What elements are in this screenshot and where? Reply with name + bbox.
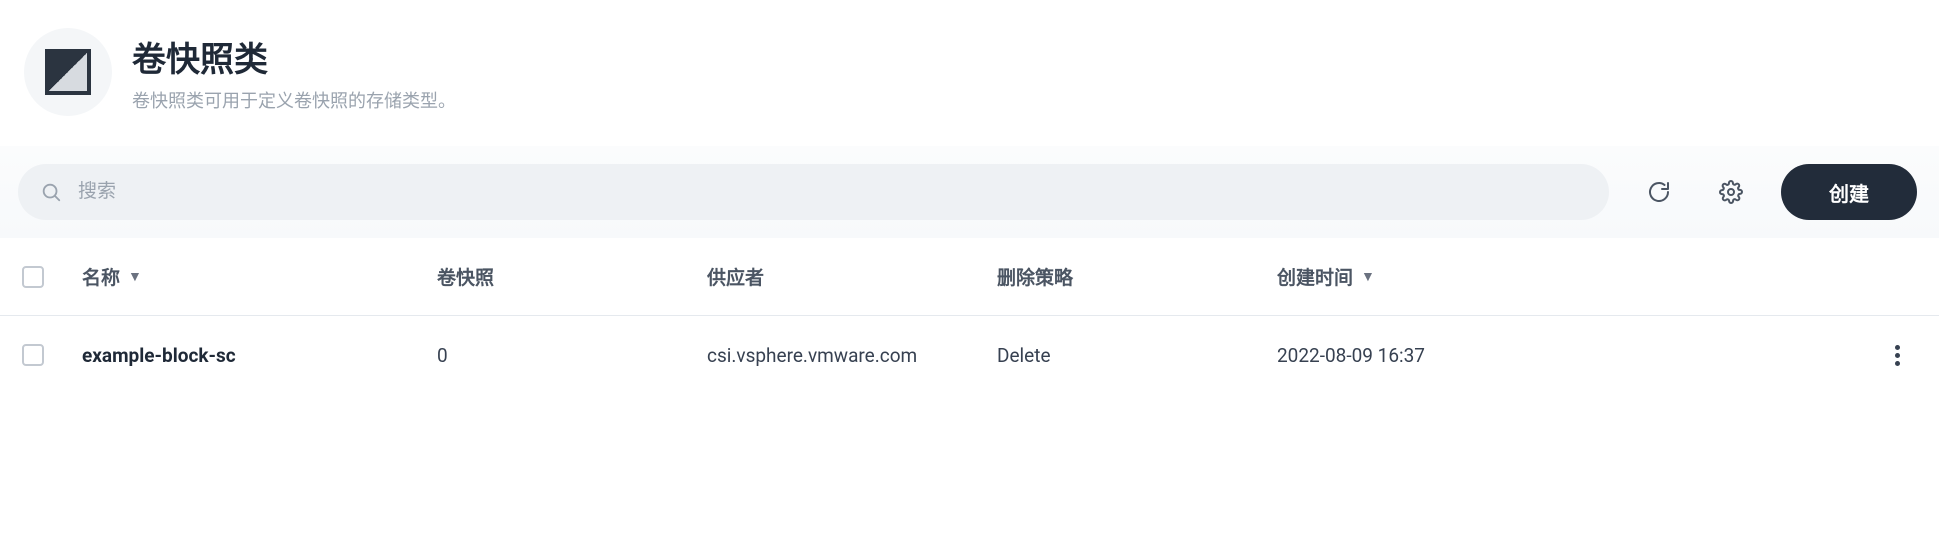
search-field[interactable]	[18, 164, 1609, 220]
row-actions-button[interactable]	[1895, 345, 1900, 366]
create-button[interactable]: 创建	[1781, 164, 1917, 220]
column-label: 创建时间	[1277, 263, 1353, 290]
column-label: 供应者	[707, 263, 764, 290]
kebab-icon	[1895, 353, 1900, 358]
volume-snapshot-class-icon	[45, 49, 91, 95]
search-input[interactable]	[76, 180, 1587, 204]
column-header-created[interactable]: 创建时间 ▼	[1277, 263, 1527, 290]
column-label: 删除策略	[997, 263, 1073, 290]
refresh-button[interactable]	[1637, 170, 1681, 214]
gear-icon	[1719, 180, 1743, 204]
table-header: 名称 ▼ 卷快照 供应者 删除策略 创建时间 ▼	[0, 238, 1939, 316]
settings-button[interactable]	[1709, 170, 1753, 214]
kebab-icon	[1895, 345, 1900, 350]
refresh-icon	[1647, 180, 1671, 204]
resource-icon-wrap	[24, 28, 112, 116]
search-icon	[40, 181, 62, 203]
column-header-name[interactable]: 名称 ▼	[82, 263, 437, 290]
page-header: 卷快照类 卷快照类可用于定义卷快照的存储类型。	[0, 0, 1939, 146]
cell-delete-policy: Delete	[997, 344, 1277, 367]
sort-caret-icon: ▼	[1361, 268, 1375, 285]
select-all-checkbox[interactable]	[22, 266, 44, 288]
column-header-delete-policy[interactable]: 删除策略	[997, 263, 1277, 290]
cell-provider: csi.vsphere.vmware.com	[707, 344, 997, 367]
cell-created: 2022-08-09 16:37	[1277, 344, 1527, 367]
page-subtitle: 卷快照类可用于定义卷快照的存储类型。	[132, 87, 456, 113]
kebab-icon	[1895, 361, 1900, 366]
table-row[interactable]: example-block-sc 0 csi.vsphere.vmware.co…	[0, 316, 1939, 394]
column-label: 卷快照	[437, 263, 494, 290]
toolbar: 创建	[0, 146, 1939, 238]
cell-snapshot: 0	[437, 344, 707, 367]
column-label: 名称	[82, 263, 120, 290]
sort-caret-icon: ▼	[128, 268, 142, 285]
row-checkbox[interactable]	[22, 344, 44, 366]
title-block: 卷快照类 卷快照类可用于定义卷快照的存储类型。	[132, 32, 456, 113]
column-header-provider[interactable]: 供应者	[707, 263, 997, 290]
cell-name[interactable]: example-block-sc	[82, 344, 437, 367]
page-title: 卷快照类	[132, 32, 456, 81]
table: 名称 ▼ 卷快照 供应者 删除策略 创建时间 ▼ example-block-s…	[0, 238, 1939, 394]
column-header-snapshot[interactable]: 卷快照	[437, 263, 707, 290]
